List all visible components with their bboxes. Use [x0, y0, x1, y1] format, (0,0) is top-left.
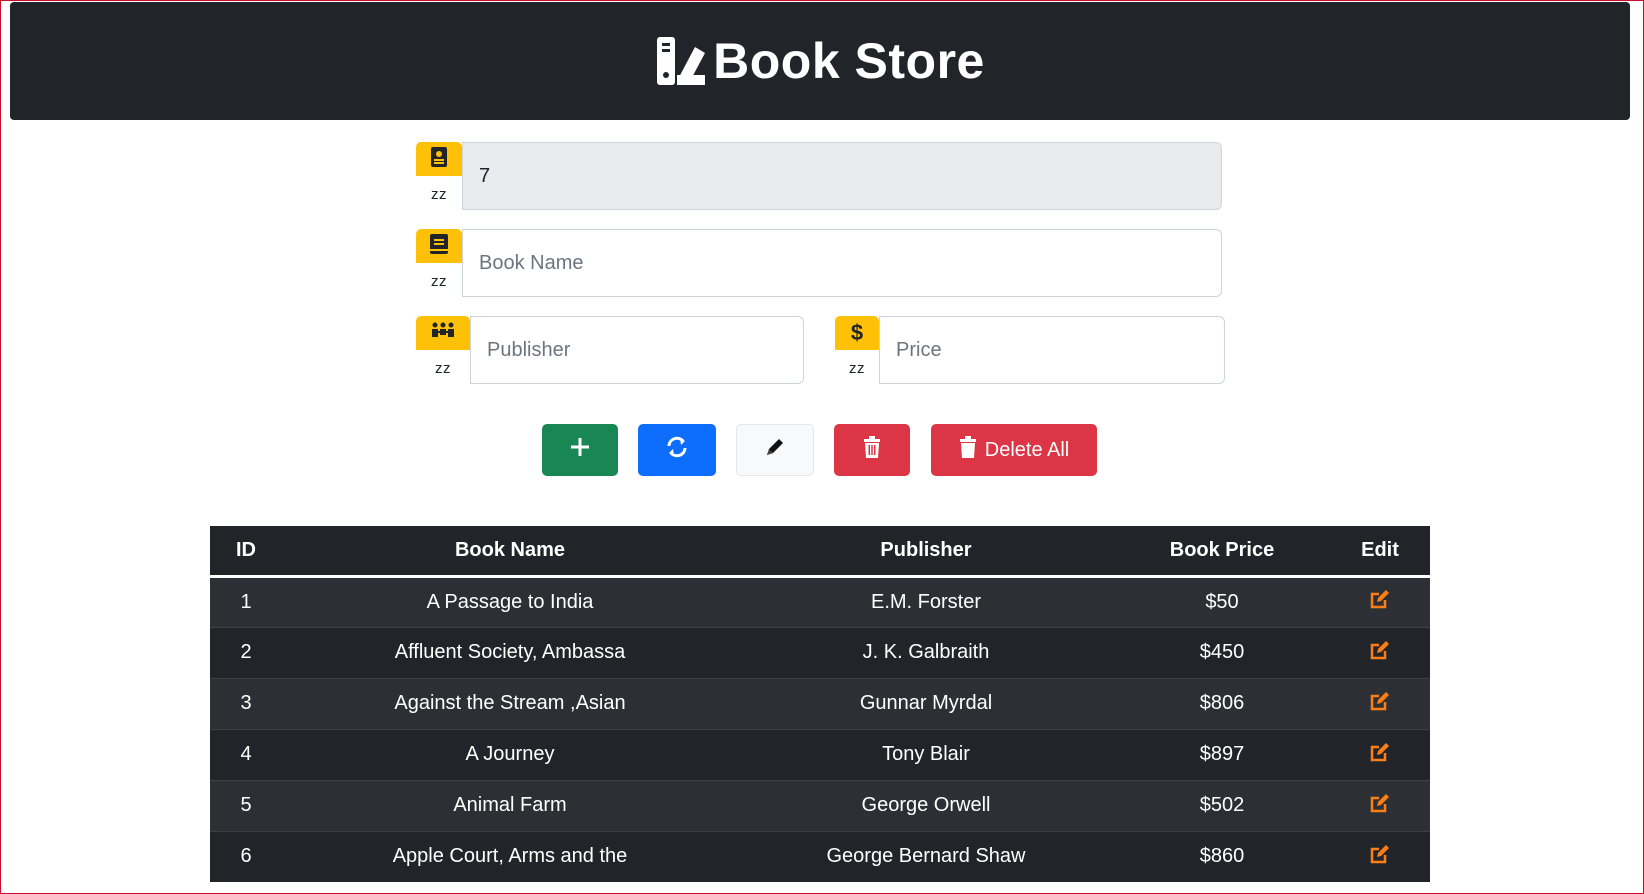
- cell-id: 2: [210, 626, 282, 678]
- edit-icon[interactable]: [1369, 639, 1391, 661]
- dollar-icon: $: [850, 320, 864, 345]
- id-card-icon: [431, 146, 447, 172]
- edit-icon[interactable]: [1369, 588, 1391, 610]
- id-addon-label: zz: [431, 186, 447, 203]
- cell-publisher: Gunnar Myrdal: [738, 677, 1114, 729]
- cell-edit: [1330, 677, 1430, 729]
- cell-id: 6: [210, 830, 282, 882]
- header-id: ID: [210, 526, 282, 578]
- header-book-price: Book Price: [1114, 526, 1330, 578]
- book-name-addon: zz: [416, 229, 462, 290]
- book-name-addon-label: zz: [431, 273, 447, 290]
- app-header: Book Store: [10, 2, 1630, 120]
- cell-book-name: Affluent Society, Ambassa: [282, 626, 738, 678]
- pencil-icon: [764, 436, 786, 464]
- id-row: zz: [416, 142, 1222, 210]
- publisher-addon: zz: [416, 316, 470, 377]
- publisher-input[interactable]: [470, 316, 804, 384]
- edit-icon[interactable]: [1369, 792, 1391, 814]
- table-row: 4A Journey Tony Blair $897: [210, 728, 1430, 780]
- trash-icon: [862, 436, 882, 464]
- id-field[interactable]: [462, 142, 1222, 210]
- table-row: 3 Against the Stream ,Asian Gunnar Myrdal $…: [210, 677, 1430, 729]
- refresh-icon: [666, 436, 688, 464]
- header-edit: Edit: [1330, 526, 1430, 578]
- edit-icon[interactable]: [1369, 690, 1391, 712]
- cell-edit: [1330, 779, 1430, 831]
- cell-edit: [1330, 575, 1430, 627]
- table-header-row: ID Book Name Publisher Book Price Edit: [210, 526, 1430, 578]
- cell-publisher: George Orwell: [738, 779, 1114, 831]
- cell-id: 4: [210, 728, 282, 780]
- table-row: 5 Animal Farm George Orwell $502: [210, 779, 1430, 831]
- cell-book-name: A Passage to India: [282, 575, 738, 627]
- book-name-row: zz: [416, 229, 1222, 297]
- cell-publisher: J. K. Galbraith: [738, 626, 1114, 678]
- edit-icon[interactable]: [1369, 741, 1391, 763]
- cell-price: $450: [1114, 626, 1330, 678]
- trash-icon: [959, 436, 977, 464]
- cell-id: 5: [210, 779, 282, 831]
- plus-icon: [570, 437, 590, 463]
- book-icon: [430, 233, 448, 259]
- price-row: $ zz: [835, 316, 1225, 384]
- cell-edit: [1330, 830, 1430, 882]
- people-icon: [430, 322, 456, 345]
- cell-edit: [1330, 626, 1430, 678]
- cell-price: $50: [1114, 575, 1330, 627]
- cell-publisher: George Bernard Shaw: [738, 830, 1114, 882]
- price-addon: $ zz: [835, 316, 879, 377]
- header-publisher: Publisher: [738, 526, 1114, 578]
- id-addon: zz: [416, 142, 462, 203]
- edit-button[interactable]: [736, 424, 814, 476]
- cell-edit: [1330, 728, 1430, 780]
- table-row: 1A Passage to India E.M. Forster $50: [210, 575, 1430, 627]
- edit-icon[interactable]: [1369, 843, 1391, 865]
- cell-book-name: Against the Stream ,Asian: [282, 677, 738, 729]
- price-addon-label: zz: [849, 360, 865, 377]
- cell-price: $897: [1114, 728, 1330, 780]
- app-title: Book Store: [713, 33, 985, 89]
- cell-price: $806: [1114, 677, 1330, 729]
- delete-all-button[interactable]: Delete All: [931, 424, 1097, 476]
- cell-book-name: Apple Court, Arms and the: [282, 830, 738, 882]
- cell-price: $860: [1114, 830, 1330, 882]
- table-row: 2 Affluent Society, Ambassa J. K. Galbrait…: [210, 626, 1430, 678]
- cell-id: 3: [210, 677, 282, 729]
- cell-book-name: A Journey: [282, 728, 738, 780]
- cell-publisher: E.M. Forster: [738, 575, 1114, 627]
- book-name-input[interactable]: [462, 229, 1222, 297]
- cell-id: 1: [210, 575, 282, 627]
- publisher-row: zz: [416, 316, 804, 384]
- cell-price: $502: [1114, 779, 1330, 831]
- price-input[interactable]: [879, 316, 1225, 384]
- book-shelf-icon: [655, 34, 709, 88]
- cell-publisher: Tony Blair: [738, 728, 1114, 780]
- header-book-name: Book Name: [282, 526, 738, 578]
- delete-all-label: Delete All: [984, 438, 1070, 461]
- delete-button[interactable]: [834, 424, 910, 476]
- cell-book-name: Animal Farm: [282, 779, 738, 831]
- books-table: ID Book Name Publisher Book Price Edit 1…: [210, 526, 1430, 882]
- add-button[interactable]: [542, 424, 618, 476]
- table-row: 6 Apple Court, Arms and the George Bernard…: [210, 830, 1430, 882]
- publisher-addon-label: zz: [435, 360, 451, 377]
- refresh-button[interactable]: [638, 424, 716, 476]
